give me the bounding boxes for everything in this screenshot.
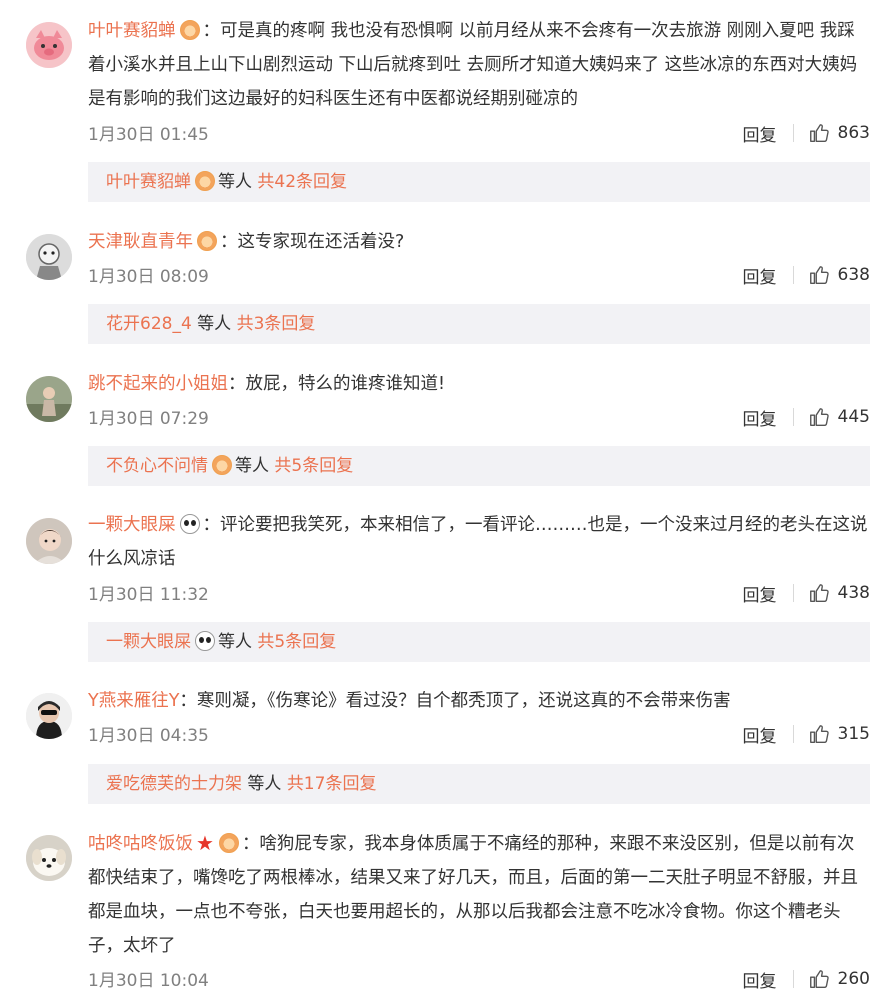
timestamp: 1月30日 01:45 <box>88 125 209 145</box>
thumbs-up-icon <box>809 725 829 743</box>
comment-actions: 回复 445 <box>743 402 870 432</box>
divider <box>792 408 794 426</box>
comment-text-block: 一颗大眼屎 ：评论要把我笑死，本来相信了，一看评论………也是，一个没来过月经的老头… <box>88 508 868 576</box>
comment-text-block: Y燕来雁往Y：寒则凝，《伤寒论》看过没？自个都秃顶了，还说这真的不会带来伤害 <box>88 684 868 718</box>
comment-content: ：可是真的疼啊 我也没有恐惧啊 以前月经从来不会疼有一次去旅游 刚刚入夏吧 我踩… <box>88 21 858 109</box>
like-button[interactable]: 638 <box>808 264 870 286</box>
reply-total-link[interactable]: 共5条回复 <box>257 632 336 652</box>
thumbs-up-icon <box>809 408 829 426</box>
divider <box>792 725 794 743</box>
comment-meta: 1月30日 04:35 回复 315 <box>88 719 870 749</box>
username-link[interactable]: 咕咚咕咚饭饭 <box>88 834 193 854</box>
reply-button[interactable]: 回复 <box>743 722 777 747</box>
comment-meta: 1月30日 10:04 回复 260 <box>88 964 870 994</box>
avatar[interactable] <box>26 518 72 564</box>
username-link[interactable]: 一颗大眼屎 <box>88 515 176 535</box>
avatar[interactable] <box>26 22 72 68</box>
like-button[interactable]: 438 <box>808 582 870 604</box>
reply-username[interactable]: 爱吃德芙的士力架 <box>106 774 242 794</box>
flame-badge-icon <box>218 833 239 853</box>
etc-label: 等人 <box>218 172 252 192</box>
reply-summary[interactable]: 一颗大眼屎 等人 共5条回复 <box>88 622 870 662</box>
thumbs-up-icon <box>809 266 829 284</box>
username-link[interactable]: 叶叶赛貂蝉 <box>88 21 176 41</box>
thumbs-up-icon <box>809 970 829 988</box>
like-count: 315 <box>837 724 870 744</box>
reply-button[interactable]: 回复 <box>743 121 777 146</box>
timestamp: 1月30日 04:35 <box>88 726 209 746</box>
comment-meta: 1月30日 01:45 回复 863 <box>88 118 870 148</box>
reply-summary[interactable]: 叶叶赛貂蝉 等人 共42条回复 <box>88 162 870 202</box>
reply-summary[interactable]: 花开628_4 等人 共3条回复 <box>88 304 870 344</box>
username-link[interactable]: 跳不起来的小姐姐 <box>88 374 228 394</box>
like-count: 445 <box>837 407 870 427</box>
etc-label: 等人 <box>247 774 282 794</box>
flame-badge-icon <box>179 20 200 40</box>
divider <box>792 970 794 988</box>
username-link[interactable]: Y燕来雁往Y <box>88 691 179 711</box>
reply-total-link[interactable]: 共42条回复 <box>257 172 347 192</box>
reply-username[interactable]: 花开628_4 <box>106 314 192 334</box>
comment-meta: 1月30日 07:29 回复 445 <box>88 402 870 432</box>
flame-badge-icon <box>212 455 232 475</box>
reply-button[interactable]: 回复 <box>743 263 777 288</box>
comment-text-block: 跳不起来的小姐姐：放屁，特么的谁疼谁知道! <box>88 367 868 401</box>
etc-label: 等人 <box>218 632 252 652</box>
like-button[interactable]: 315 <box>808 723 870 745</box>
comment-content: ：这专家现在还活着没? <box>220 232 405 252</box>
username-link[interactable]: 天津耿直青年 <box>88 232 193 252</box>
reply-username[interactable]: 叶叶赛貂蝉 <box>106 172 191 192</box>
thumbs-up-icon <box>809 584 829 602</box>
like-button[interactable]: 260 <box>808 968 870 990</box>
avatar[interactable] <box>26 693 72 739</box>
reply-total-link[interactable]: 共3条回复 <box>237 314 316 334</box>
timestamp: 1月30日 10:04 <box>88 971 209 991</box>
comment-meta: 1月30日 11:32 回复 438 <box>88 578 870 608</box>
like-button[interactable]: 445 <box>808 406 870 428</box>
like-count: 638 <box>837 265 870 285</box>
like-count: 863 <box>837 123 870 143</box>
reply-summary[interactable]: 爱吃德芙的士力架 等人 共17条回复 <box>88 764 870 804</box>
comment-actions: 回复 315 <box>743 719 870 749</box>
comment-content: ：放屁，特么的谁疼谁知道! <box>228 374 446 394</box>
reply-button[interactable]: 回复 <box>743 581 777 606</box>
timestamp: 1月30日 08:09 <box>88 267 209 287</box>
reply-total-link[interactable]: 共5条回复 <box>274 456 353 476</box>
avatar[interactable] <box>26 234 72 280</box>
thumbs-up-icon <box>809 124 829 142</box>
like-count: 260 <box>837 969 870 989</box>
comment-actions: 回复 638 <box>743 260 870 290</box>
divider <box>792 266 794 284</box>
comment-actions: 回复 438 <box>743 578 870 608</box>
comment-meta: 1月30日 08:09 回复 638 <box>88 260 870 290</box>
reply-total-link[interactable]: 共17条回复 <box>287 774 377 794</box>
comment-text-block: 叶叶赛貂蝉 ：可是真的疼啊 我也没有恐惧啊 以前月经从来不会疼有一次去旅游 刚刚入… <box>88 14 868 116</box>
comment-actions: 回复 863 <box>743 118 870 148</box>
reply-summary[interactable]: 不负心不问情 等人 共5条回复 <box>88 446 870 486</box>
flame-badge-icon <box>195 171 215 191</box>
divider <box>792 124 794 142</box>
etc-label: 等人 <box>197 314 232 334</box>
timestamp: 1月30日 07:29 <box>88 409 209 429</box>
like-button[interactable]: 863 <box>808 122 870 144</box>
star-badge-icon: ★ <box>196 831 214 855</box>
panda-badge-icon <box>179 514 200 534</box>
flame-badge-icon <box>197 231 217 251</box>
comment-text-block: 天津耿直青年 ：这专家现在还活着没? <box>88 225 868 259</box>
etc-label: 等人 <box>235 456 269 476</box>
divider <box>792 584 794 602</box>
avatar[interactable] <box>26 376 72 422</box>
panda-badge-icon <box>195 631 215 651</box>
reply-username[interactable]: 不负心不问情 <box>106 456 208 476</box>
comment-content: ：评论要把我笑死，本来相信了，一看评论………也是，一个没来过月经的老头在这说什么… <box>88 515 868 569</box>
reply-button[interactable]: 回复 <box>743 405 777 430</box>
reply-button[interactable]: 回复 <box>743 967 777 992</box>
comment-text-block: 咕咚咕咚饭饭 ★ ：啥狗屁专家，我本身体质属于不痛经的那种，来跟不来没区别，但是以前… <box>88 826 868 963</box>
comment-content: ：寒则凝，《伤寒论》看过没？自个都秃顶了，还说这真的不会带来伤害 <box>179 691 731 711</box>
timestamp: 1月30日 11:32 <box>88 585 209 605</box>
comment-actions: 回复 260 <box>743 964 870 994</box>
avatar[interactable] <box>26 835 72 881</box>
like-count: 438 <box>837 583 870 603</box>
reply-username[interactable]: 一颗大眼屎 <box>106 632 191 652</box>
